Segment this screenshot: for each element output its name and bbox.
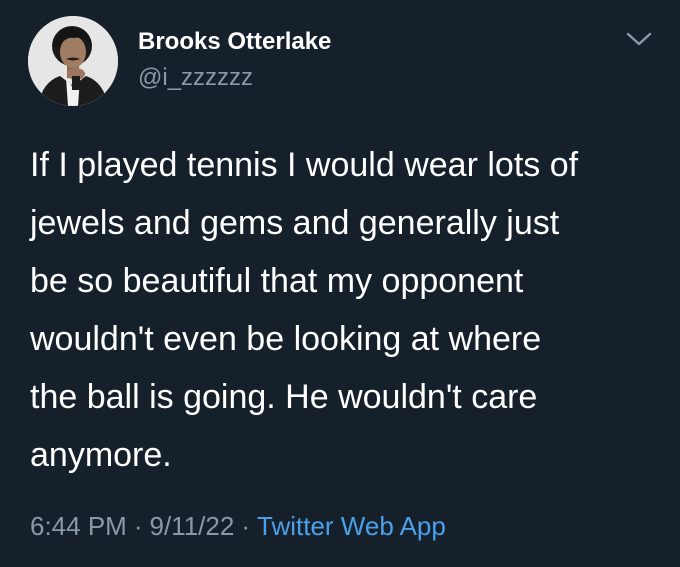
tweet-meta: 6:44 PM · 9/11/22 · Twitter Web App (30, 511, 446, 542)
tweet-date[interactable]: 9/11/22 (150, 511, 235, 541)
tweet-source-link[interactable]: Twitter Web App (257, 511, 446, 541)
chevron-down-icon[interactable] (626, 30, 652, 48)
meta-separator: · (133, 511, 143, 541)
meta-separator: · (241, 511, 250, 541)
tweet-time[interactable]: 6:44 PM (30, 511, 127, 541)
author-avatar[interactable] (28, 16, 118, 106)
avatar-photo-icon (28, 16, 118, 106)
tweet-text: If I played tennis I would wear lots of … (30, 146, 579, 474)
author-handle[interactable]: @i_zzzzzz (138, 64, 253, 92)
author-display-name[interactable]: Brooks Otterlake (138, 28, 331, 56)
tweet-card: Brooks Otterlake @i_zzzzzz If I played t… (0, 0, 680, 567)
